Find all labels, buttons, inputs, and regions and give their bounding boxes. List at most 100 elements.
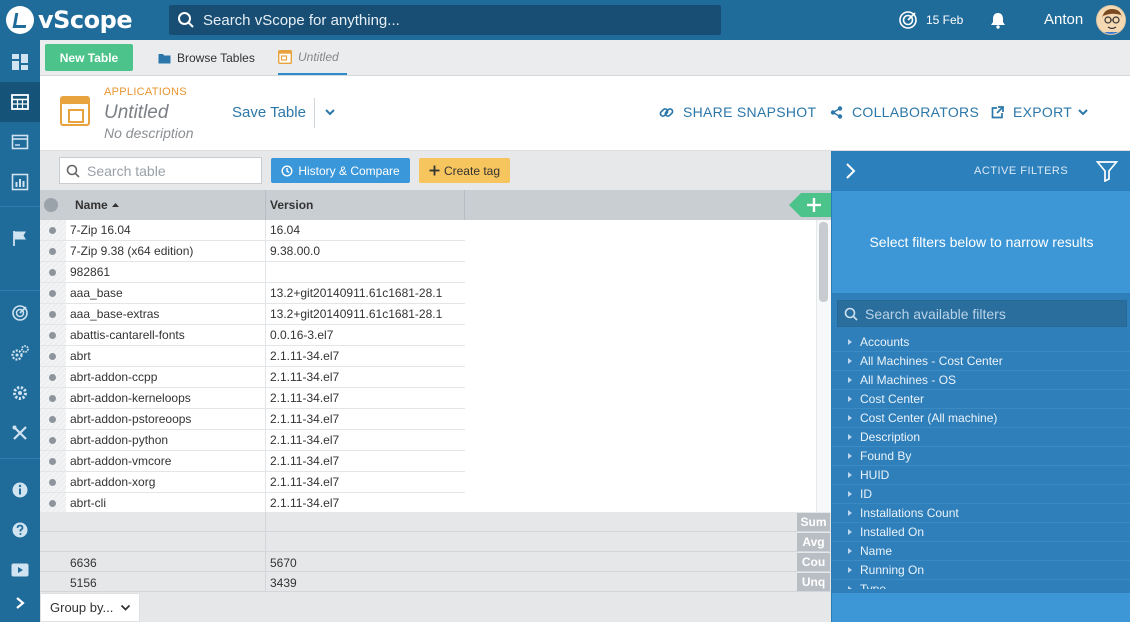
- table-row[interactable]: 7-Zip 16.04 16.04: [40, 220, 465, 241]
- bar-chart-icon: [11, 173, 29, 191]
- unique-label[interactable]: Unq: [797, 573, 830, 591]
- page-description[interactable]: No description: [104, 125, 194, 141]
- table-row[interactable]: abrt-addon-kerneloops 2.1.11-34.el7: [40, 388, 465, 409]
- table-row[interactable]: abrt-addon-pstoreoops 2.1.11-34.el7: [40, 409, 465, 430]
- save-options-button[interactable]: [324, 106, 336, 120]
- add-column-button[interactable]: [787, 190, 831, 220]
- row-select-dot[interactable]: [49, 269, 56, 276]
- play-icon: [11, 563, 29, 577]
- cell-version: 2.1.11-34.el7: [270, 475, 340, 489]
- table-row[interactable]: aaa_base 13.2+git20140911.61c1681-28.1: [40, 283, 465, 304]
- tab-untitled[interactable]: Untitled: [278, 40, 347, 75]
- nav-expand[interactable]: [0, 583, 40, 622]
- cell-version: 2.1.11-34.el7: [270, 391, 340, 405]
- new-table-button[interactable]: New Table: [45, 44, 133, 71]
- table-row[interactable]: abrt-addon-ccpp 2.1.11-34.el7: [40, 367, 465, 388]
- nav-automation[interactable]: [0, 333, 40, 373]
- avg-label[interactable]: Avg: [797, 533, 830, 551]
- create-tag-button[interactable]: Create tag: [419, 158, 510, 183]
- group-by-select[interactable]: Group by...: [40, 593, 140, 622]
- nav-discovery[interactable]: [0, 293, 40, 333]
- sum-label[interactable]: Sum: [797, 513, 830, 531]
- nav-tools[interactable]: [0, 413, 40, 453]
- filters-empty-message: Select filters below to narrow results: [869, 234, 1094, 250]
- row-select-dot[interactable]: [49, 332, 56, 339]
- chevron-right-icon: [16, 597, 25, 609]
- filter-search-input[interactable]: Search available filters: [837, 300, 1127, 327]
- collaborators-label: COLLABORATORS: [852, 104, 980, 120]
- user-name[interactable]: Anton: [1044, 11, 1083, 28]
- table-row[interactable]: 982861: [40, 262, 465, 283]
- tab-browse-tables[interactable]: Browse Tables: [158, 40, 255, 76]
- nav-help[interactable]: [0, 510, 40, 550]
- table-row[interactable]: abrt-addon-vmcore 2.1.11-34.el7: [40, 451, 465, 472]
- filter-item[interactable]: Running On: [832, 561, 1130, 580]
- nav-settings[interactable]: [0, 373, 40, 413]
- filter-item[interactable]: Cost Center: [832, 390, 1130, 409]
- table-row[interactable]: abrt 2.1.11-34.el7: [40, 346, 465, 367]
- select-all-toggle[interactable]: [44, 198, 58, 212]
- filter-item[interactable]: Accounts: [832, 333, 1130, 352]
- row-select-dot[interactable]: [49, 458, 56, 465]
- filter-item[interactable]: ID: [832, 485, 1130, 504]
- row-select-dot[interactable]: [49, 500, 56, 507]
- row-select-dot[interactable]: [49, 227, 56, 234]
- row-select-dot[interactable]: [49, 479, 56, 486]
- chevron-down-icon: [325, 109, 335, 116]
- export-button[interactable]: EXPORT: [991, 104, 1089, 120]
- table-scrollbar-thumb[interactable]: [819, 222, 828, 302]
- row-select-dot[interactable]: [49, 374, 56, 381]
- filter-item[interactable]: Installations Count: [832, 504, 1130, 523]
- table-row[interactable]: abrt-addon-xorg 2.1.11-34.el7: [40, 472, 465, 493]
- filter-item[interactable]: Description: [832, 428, 1130, 447]
- share-snapshot-button[interactable]: SHARE SNAPSHOT: [659, 104, 816, 120]
- global-search-input[interactable]: Search vScope for anything...: [169, 5, 721, 35]
- notifications-button[interactable]: [989, 11, 1007, 32]
- collapse-filters-button[interactable]: [844, 162, 856, 183]
- filter-item[interactable]: Found By: [832, 447, 1130, 466]
- filter-item[interactable]: Type: [832, 580, 1130, 589]
- table-search-input[interactable]: Search table: [59, 157, 262, 184]
- folder-icon: [158, 53, 171, 63]
- row-select-dot[interactable]: [49, 353, 56, 360]
- row-select-dot[interactable]: [49, 437, 56, 444]
- tab-browse-label: Browse Tables: [177, 51, 255, 65]
- nav-tables[interactable]: [0, 82, 40, 122]
- filter-item[interactable]: Cost Center (All machine): [832, 409, 1130, 428]
- table-row[interactable]: abattis-cantarell-fonts 0.0.16-3.el7: [40, 325, 465, 346]
- table-row[interactable]: abrt-addon-python 2.1.11-34.el7: [40, 430, 465, 451]
- nav-flags[interactable]: [0, 218, 40, 258]
- filter-button[interactable]: [1095, 160, 1119, 185]
- tabs-row: New Table Browse Tables Untitled: [40, 40, 1130, 76]
- count-label[interactable]: Cou: [797, 553, 830, 571]
- row-select-dot[interactable]: [49, 248, 56, 255]
- nav-dashboard[interactable]: [0, 42, 40, 82]
- nav-reports[interactable]: [0, 122, 40, 162]
- table-row[interactable]: abrt-cli 2.1.11-34.el7: [40, 493, 465, 514]
- link-icon: [659, 107, 674, 117]
- history-compare-button[interactable]: History & Compare: [271, 158, 410, 183]
- row-select-dot[interactable]: [49, 395, 56, 402]
- row-select-dot[interactable]: [49, 416, 56, 423]
- collaborators-button[interactable]: COLLABORATORS: [830, 104, 979, 120]
- filter-item[interactable]: All Machines - Cost Center: [832, 352, 1130, 371]
- column-header-version[interactable]: Version: [266, 190, 465, 220]
- cell-version: 2.1.11-34.el7: [270, 370, 340, 384]
- filter-item[interactable]: Name: [832, 542, 1130, 561]
- table-row[interactable]: 7-Zip 9.38 (x64 edition) 9.38.00.0: [40, 241, 465, 262]
- scan-date[interactable]: 15 Feb: [898, 10, 963, 30]
- logo[interactable]: vScope: [6, 4, 133, 36]
- row-select-dot[interactable]: [49, 311, 56, 318]
- column-header-name[interactable]: Name: [66, 190, 266, 220]
- page-title[interactable]: Untitled: [104, 102, 168, 124]
- table-row[interactable]: aaa_base-extras 13.2+git20140911.61c1681-…: [40, 304, 465, 325]
- avatar[interactable]: [1096, 5, 1126, 35]
- search-icon: [178, 12, 194, 28]
- nav-info[interactable]: [0, 470, 40, 510]
- save-table-button[interactable]: Save Table: [232, 104, 306, 121]
- filter-item[interactable]: Installed On: [832, 523, 1130, 542]
- filter-item[interactable]: HUID: [832, 466, 1130, 485]
- filter-item[interactable]: All Machines - OS: [832, 371, 1130, 390]
- nav-charts[interactable]: [0, 162, 40, 202]
- row-select-dot[interactable]: [49, 290, 56, 297]
